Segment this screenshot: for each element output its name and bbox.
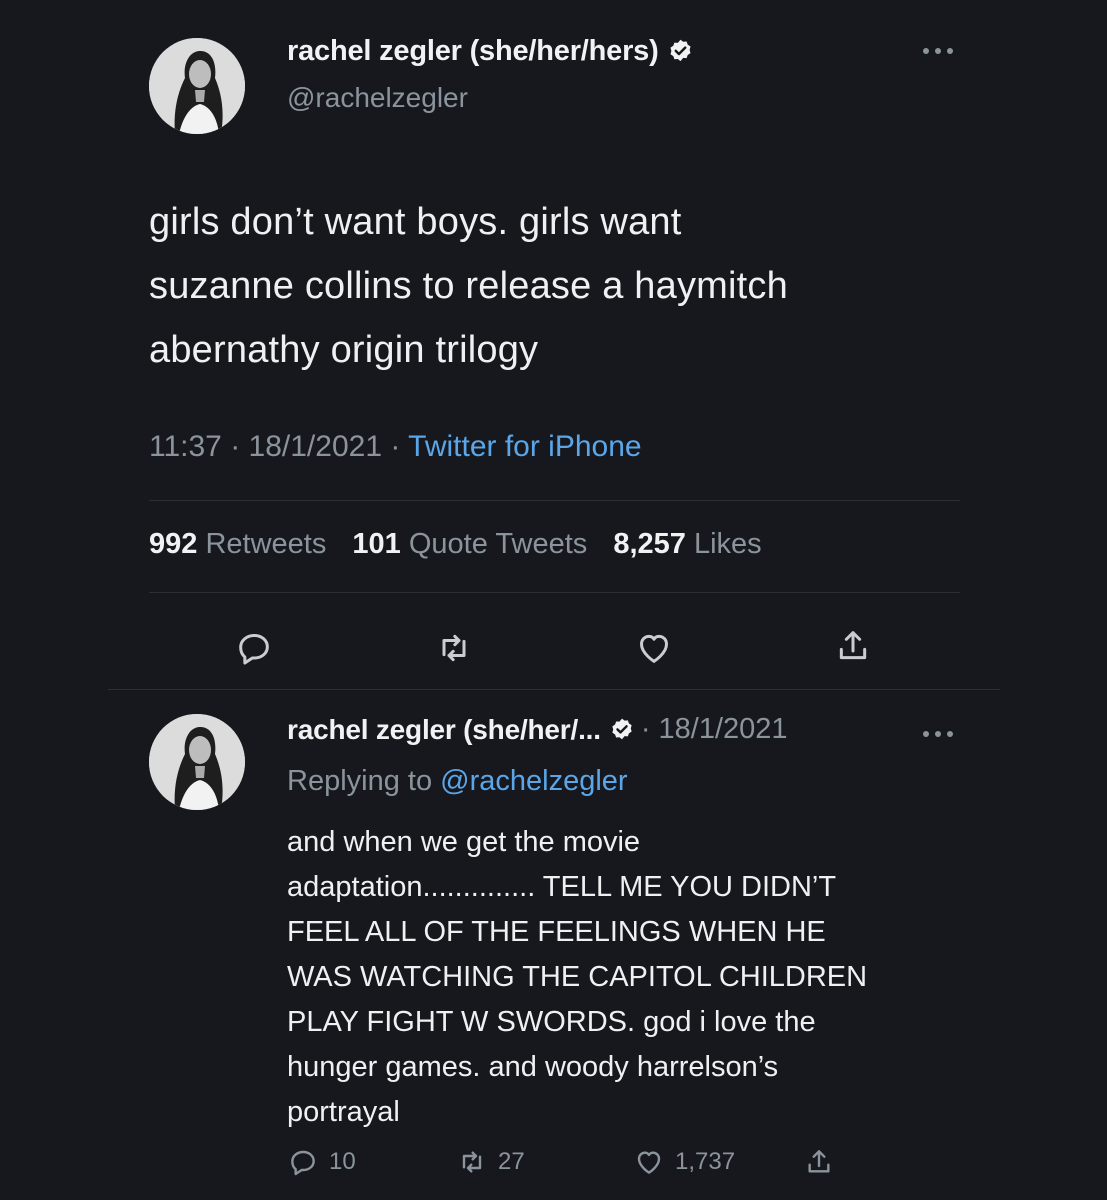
retweets-stat[interactable]: 992 Retweets [149,528,326,560]
divider [108,689,1000,690]
likes-label: Likes [693,528,762,560]
replying-to-mention[interactable]: @rachelzegler [440,765,627,797]
reply-count: 10 [329,1148,356,1175]
avatar[interactable] [149,38,245,134]
avatar-image [149,714,245,810]
author-name-row: rachel zegler (she/her/hers) [287,35,694,68]
retweets-label: Retweets [205,528,327,560]
likes-stat[interactable]: 8,257 Likes [613,528,761,560]
heart-icon[interactable] [634,628,674,668]
tweet-screenshot: rachel zegler (she/her/hers) @rachelzegl… [0,0,1107,1200]
share-icon [808,1150,830,1173]
quote-tweets-stat[interactable]: 101 Quote Tweets [352,528,587,560]
verified-badge-icon [609,717,635,743]
tweet-text: girls don’t want boys. girls want suzann… [149,201,788,371]
author-display-name[interactable]: rachel zegler (she/her/hers) [287,35,659,68]
verified-badge-icon [667,38,694,65]
tweet-meta: 11:37 · 18/1/2021 · Twitter for iPhone [149,430,642,464]
tweet-stats: 992 Retweets 101 Quote Tweets 8,257 Like… [149,528,762,561]
reply-icon [291,1150,315,1176]
tweet-date[interactable]: 18/1/2021 [249,430,382,463]
divider [149,500,960,501]
reply-text: and when we get the movie adaptation....… [287,826,868,1128]
reply-icon[interactable] [234,628,274,668]
retweet-icon[interactable] [434,628,474,668]
share-icon[interactable] [833,626,873,666]
quote-tweets-count: 101 [352,528,401,560]
retweet-action[interactable]: 27 [456,1146,525,1178]
avatar-image [149,38,245,134]
retweet-icon [462,1151,482,1173]
meta-separator: · [230,430,241,463]
reply-date[interactable]: · 18/1/2021 [641,713,788,746]
more-options-icon[interactable] [918,44,958,58]
like-count: 1,737 [675,1148,736,1175]
reply-action[interactable]: 10 [287,1146,356,1178]
author-handle[interactable]: @rachelzegler [287,82,468,114]
reply-author-display-name[interactable]: rachel zegler (she/her/... [287,714,601,746]
reply-author-row: rachel zegler (she/her/... · 18/1/2021 [287,713,788,746]
avatar[interactable] [149,714,245,810]
retweet-count: 27 [498,1148,525,1175]
tweet-source-link[interactable]: Twitter for iPhone [408,430,641,463]
meta-separator: · [390,430,401,463]
heart-icon [637,1151,661,1174]
quote-tweets-label: Quote Tweets [408,528,588,560]
replying-to-label: Replying to [287,765,433,797]
like-action[interactable]: 1,737 [633,1146,735,1178]
tweet-time[interactable]: 11:37 [149,430,222,463]
likes-count: 8,257 [613,528,686,560]
retweets-count: 992 [149,528,198,560]
divider [149,592,960,593]
replying-to: Replying to @rachelzegler [287,765,628,798]
share-action[interactable] [803,1146,845,1178]
more-options-icon[interactable] [918,727,958,741]
